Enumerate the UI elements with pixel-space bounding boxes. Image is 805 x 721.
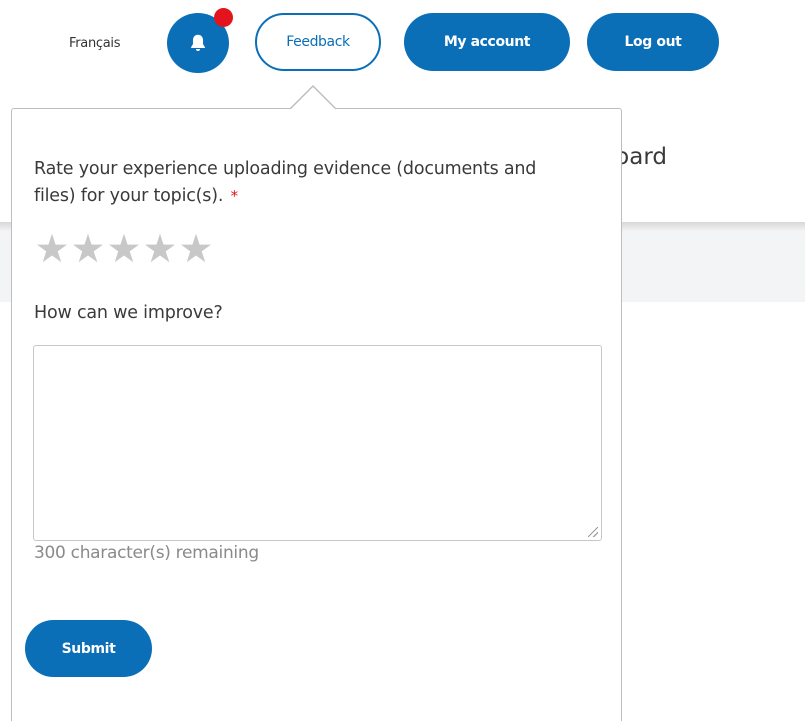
logout-button[interactable]: Log out bbox=[587, 13, 719, 71]
submit-button[interactable]: Submit bbox=[25, 620, 152, 677]
star-rating: ★ ★ ★ ★ ★ bbox=[34, 230, 214, 270]
my-account-button[interactable]: My account bbox=[404, 13, 570, 71]
star-3-icon[interactable]: ★ bbox=[106, 230, 142, 270]
rating-question: Rate your experience uploading evidence … bbox=[34, 156, 554, 210]
bell-icon bbox=[191, 34, 205, 51]
feedback-button[interactable]: Feedback bbox=[255, 13, 381, 71]
rating-question-text: Rate your experience uploading evidence … bbox=[34, 159, 537, 206]
required-marker: * bbox=[230, 187, 239, 205]
star-5-icon[interactable]: ★ bbox=[178, 230, 214, 270]
star-1-icon[interactable]: ★ bbox=[34, 230, 70, 270]
improve-question: How can we improve? bbox=[34, 303, 223, 323]
star-2-icon[interactable]: ★ bbox=[70, 230, 106, 270]
character-counter: 300 character(s) remaining bbox=[34, 543, 259, 563]
language-link[interactable]: Français bbox=[69, 36, 120, 51]
star-4-icon[interactable]: ★ bbox=[142, 230, 178, 270]
notification-dot bbox=[214, 8, 233, 27]
resize-handle-icon[interactable] bbox=[588, 527, 598, 537]
popover-caret-fill bbox=[291, 87, 335, 109]
improve-textarea[interactable] bbox=[33, 345, 602, 541]
page: nboard Français Feedback My account Log … bbox=[0, 0, 805, 721]
